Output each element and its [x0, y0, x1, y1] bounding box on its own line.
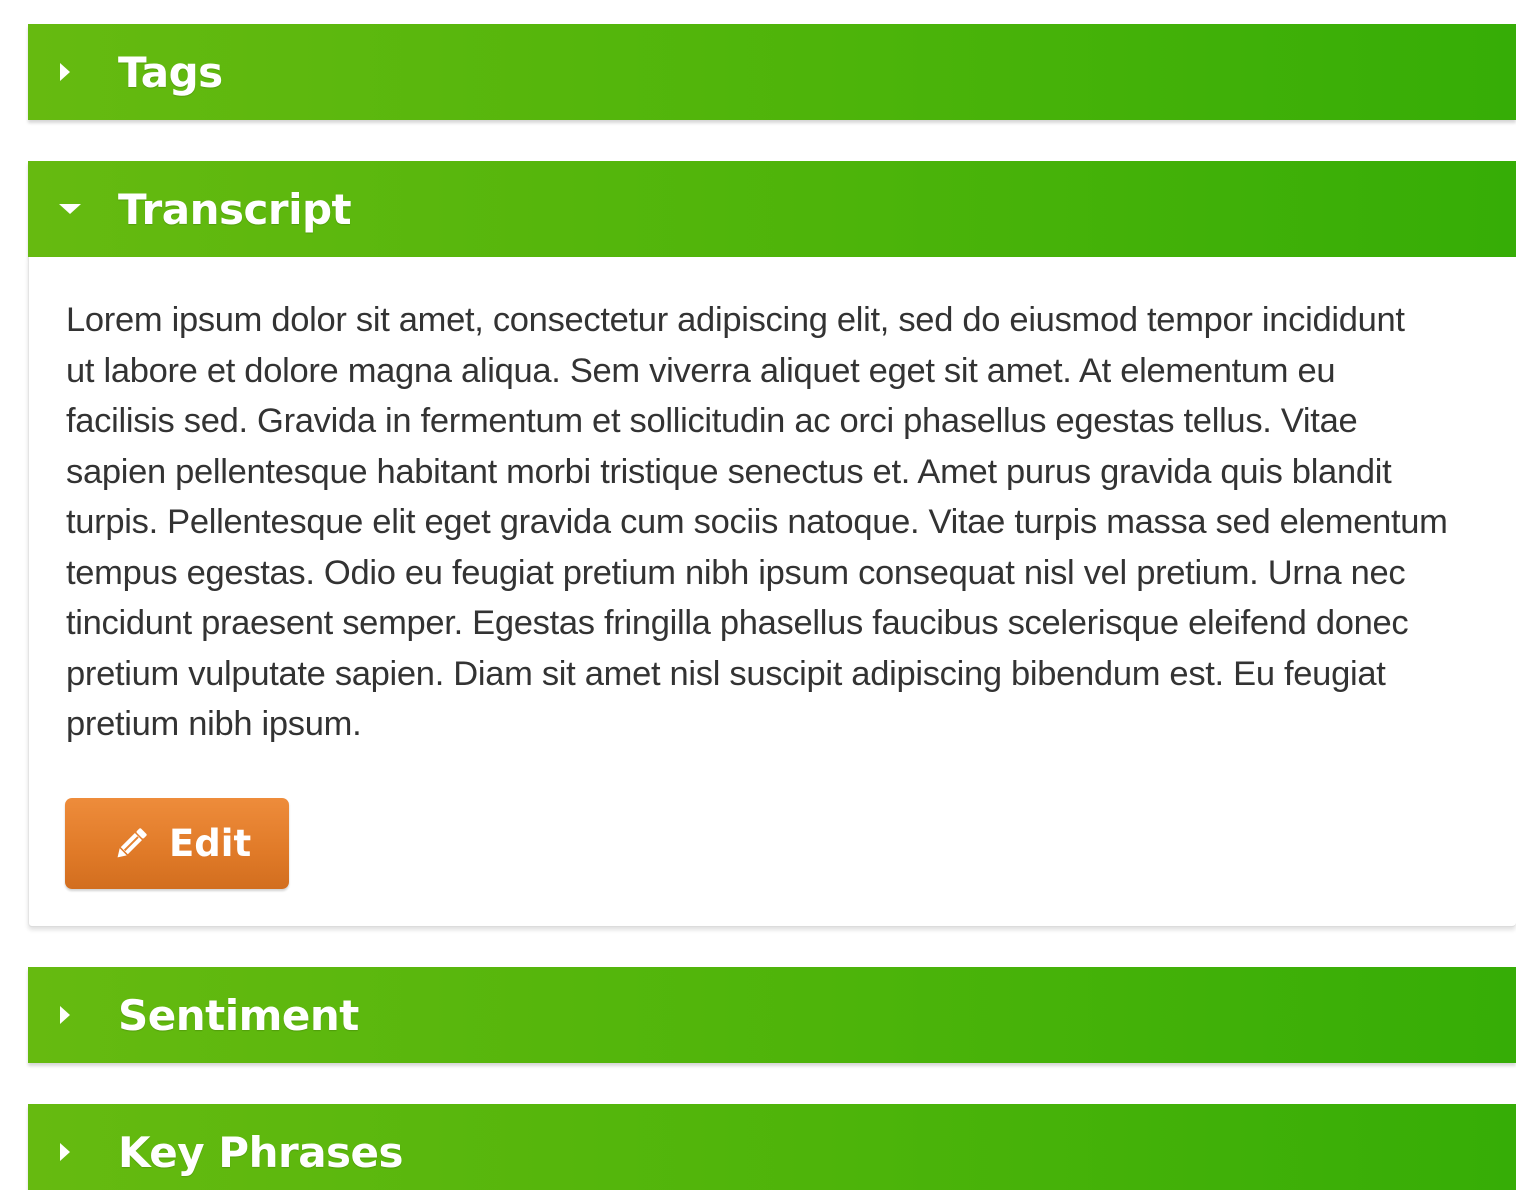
key-phrases-panel-title: Key Phrases: [118, 1127, 404, 1177]
transcript-text: Lorem ipsum dolor sit amet, consectetur …: [66, 295, 1506, 750]
tags-panel: Tags: [28, 24, 1516, 120]
transcript-panel: Transcript Lorem ipsum dolor sit amet, c…: [28, 161, 1516, 927]
transcript-line: Lorem ipsum dolor sit amet, consectetur …: [66, 301, 1405, 339]
transcript-panel-title: Transcript: [118, 184, 352, 234]
transcript-line: pretium nibh ipsum.: [66, 705, 362, 743]
edit-button-label: Edit: [169, 822, 252, 865]
sentiment-panel-header[interactable]: Sentiment: [28, 967, 1516, 1063]
transcript-line: tempus egestas. Odio eu feugiat pretium …: [66, 553, 1406, 592]
key-phrases-panel-header[interactable]: Key Phrases: [28, 1104, 1516, 1190]
caret-right-icon: [58, 967, 118, 1063]
transcript-line: facilisis sed. Gravida in fermentum et s…: [66, 402, 1358, 440]
caret-right-icon: [58, 1104, 118, 1190]
transcript-panel-header[interactable]: Transcript: [28, 161, 1516, 257]
sentiment-panel-title: Sentiment: [118, 990, 359, 1040]
transcript-line: ut labore et dolore magna aliqua. Sem vi…: [66, 351, 1336, 390]
tags-panel-title: Tags: [118, 47, 223, 97]
transcript-line: tincidunt praesent semper. Egestas fring…: [66, 604, 1409, 642]
pencil-icon: [111, 824, 151, 864]
edit-button[interactable]: Edit: [65, 798, 289, 889]
sentiment-panel: Sentiment: [28, 967, 1516, 1063]
caret-down-icon: [58, 161, 118, 257]
key-phrases-panel: Key Phrases: [28, 1104, 1516, 1190]
caret-right-icon: [58, 24, 118, 120]
transcript-line: sapien pellentesque habitant morbi trist…: [66, 452, 1392, 491]
transcript-panel-body: Lorem ipsum dolor sit amet, consectetur …: [28, 257, 1516, 927]
transcript-line: turpis. Pellentesque elit eget gravida c…: [66, 503, 1448, 541]
transcript-line: pretium vulputate sapien. Diam sit amet …: [66, 654, 1386, 693]
accordion-page: Tags Transcript Lorem ipsum dolor sit am…: [0, 0, 1516, 1190]
tags-panel-header[interactable]: Tags: [28, 24, 1516, 120]
